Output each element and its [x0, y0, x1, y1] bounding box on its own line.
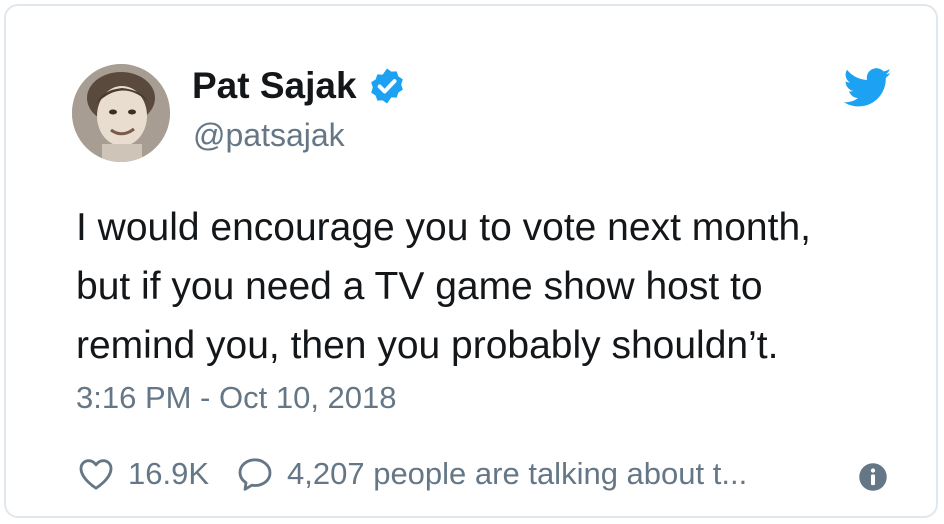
- like-count: 16.9K: [128, 456, 210, 491]
- profile-photo-icon: [72, 64, 170, 162]
- talking-about-link[interactable]: 4,207 people are talking about t...: [287, 454, 747, 494]
- author-name[interactable]: Pat Sajak: [192, 64, 357, 108]
- verified-badge-icon: [370, 68, 403, 104]
- tweet-card: Pat Sajak @patsajak I would encourage yo…: [4, 4, 938, 518]
- avatar[interactable]: [72, 64, 170, 162]
- tweet-timestamp[interactable]: 3:16 PM - Oct 10, 2018: [76, 378, 397, 418]
- heart-icon[interactable]: [76, 454, 116, 494]
- speech-bubble-icon[interactable]: [235, 454, 275, 494]
- author-row: Pat Sajak: [192, 64, 407, 108]
- engagement-bar: 16.9K 4,207 people are talking about t..…: [76, 452, 747, 496]
- tweet-text: I would encourage you to vote next month…: [76, 206, 811, 367]
- author-handle[interactable]: @patsajak: [193, 116, 345, 154]
- info-icon[interactable]: [858, 462, 888, 492]
- twitter-bird-icon[interactable]: [844, 68, 892, 108]
